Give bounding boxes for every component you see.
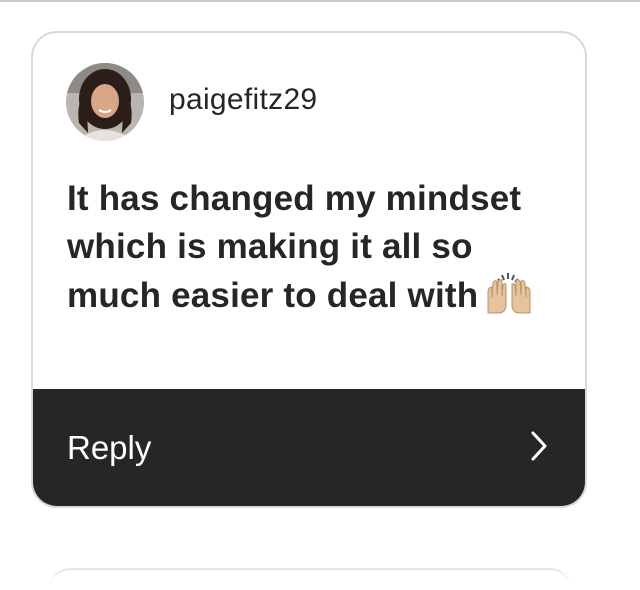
comment-card: paigefitz29 It has changed my mindset wh… [31,31,587,508]
comment-body: paigefitz29 It has changed my mindset wh… [33,33,585,391]
comment-message: It has changed my mindset which is makin… [67,179,522,315]
reply-label: Reply [67,429,152,466]
avatar-image [66,63,144,141]
chevron-right-icon [531,431,547,466]
comment-text: It has changed my mindset which is makin… [67,175,557,328]
username[interactable]: paigefitz29 [169,83,317,117]
next-card-edge [50,568,570,590]
top-divider [0,0,640,2]
avatar[interactable] [66,63,144,141]
raising-hands-icon [484,271,534,328]
reply-button[interactable]: Reply [33,389,585,506]
